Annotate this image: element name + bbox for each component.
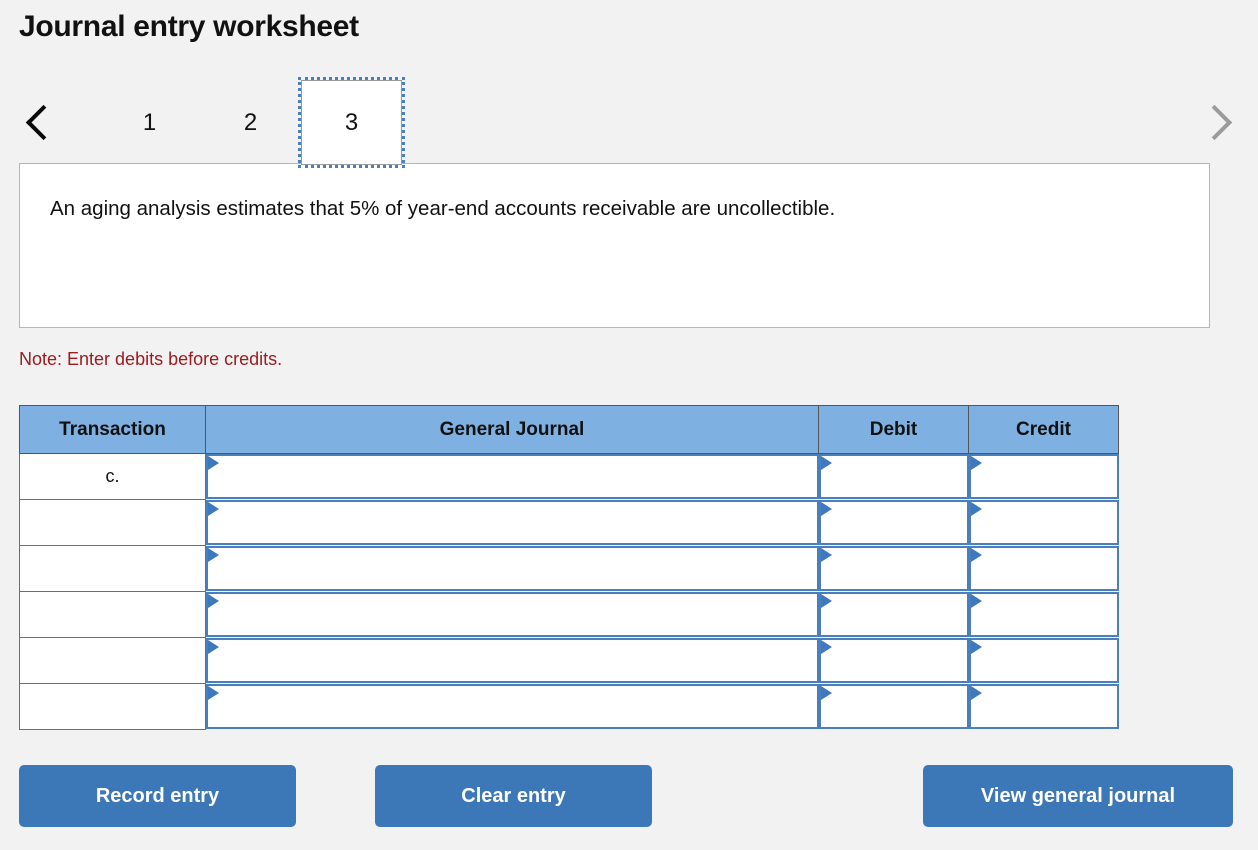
record-entry-button[interactable]: Record entry [19, 765, 296, 827]
pager-tab-1[interactable]: 1 [99, 80, 200, 165]
pager-tab-list: 1 2 3 [99, 77, 405, 168]
credit-input-3[interactable] [968, 546, 1119, 591]
credit-cell [968, 546, 1119, 592]
dropdown-triangle-icon [208, 502, 219, 516]
credit-input-4[interactable] [968, 592, 1119, 637]
dropdown-triangle-icon [208, 548, 219, 562]
credit-cell [968, 500, 1119, 546]
dropdown-triangle-icon [208, 456, 219, 471]
dropdown-triangle-icon [970, 594, 982, 608]
dropdown-triangle-icon [970, 548, 982, 562]
dropdown-triangle-icon [820, 594, 832, 608]
debits-before-credits-note: Note: Enter debits before credits. [19, 349, 283, 369]
dropdown-triangle-icon [970, 640, 982, 654]
credit-input-2[interactable] [968, 500, 1119, 545]
dropdown-triangle-icon [820, 686, 832, 700]
account-select-2[interactable] [206, 500, 819, 545]
transaction-prompt-text: An aging analysis estimates that 5% of y… [50, 197, 836, 220]
account-select-6[interactable] [206, 684, 819, 729]
transaction-cell [19, 499, 206, 546]
transaction-prompt-box: An aging analysis estimates that 5% of y… [19, 163, 1210, 328]
transaction-cell [19, 683, 206, 730]
dropdown-triangle-icon [970, 502, 982, 516]
general-journal-cell [206, 500, 819, 546]
transaction-cell [19, 545, 206, 592]
dropdown-triangle-icon [820, 548, 832, 562]
dropdown-triangle-icon [208, 686, 219, 700]
table-row: c. [19, 453, 1119, 500]
credit-input-5[interactable] [968, 638, 1119, 683]
worksheet-pager: 1 2 3 [19, 77, 1239, 168]
general-journal-cell [206, 684, 819, 730]
pager-tab-2[interactable]: 2 [200, 80, 301, 165]
transaction-cell [19, 637, 206, 684]
account-select-3[interactable] [206, 546, 819, 591]
chevron-left-icon [25, 104, 62, 141]
debit-input-6[interactable] [818, 684, 969, 729]
credit-cell [968, 454, 1119, 500]
pager-tab-3[interactable]: 3 [298, 77, 405, 168]
pager-next-button[interactable] [1195, 80, 1239, 165]
column-header-credit: Credit [968, 405, 1119, 454]
debit-cell [818, 454, 969, 500]
dropdown-triangle-icon [208, 640, 219, 654]
account-select-1[interactable] [206, 454, 819, 500]
credit-input-6[interactable] [968, 684, 1119, 729]
dropdown-triangle-icon [820, 456, 832, 471]
clear-entry-button[interactable]: Clear entry [375, 765, 652, 827]
general-journal-cell [206, 546, 819, 592]
column-header-transaction: Transaction [19, 405, 206, 454]
credit-cell [968, 684, 1119, 730]
debit-cell [818, 592, 969, 638]
debit-cell [818, 500, 969, 546]
chevron-right-icon [1196, 104, 1233, 141]
transaction-cell: c. [19, 453, 206, 500]
general-journal-cell [206, 592, 819, 638]
debit-input-5[interactable] [818, 638, 969, 683]
dropdown-triangle-icon [820, 502, 832, 516]
debit-cell [818, 638, 969, 684]
journal-entry-table: Transaction General Journal Debit Credit… [19, 405, 1119, 730]
table-row [19, 545, 1119, 592]
table-row [19, 683, 1119, 730]
table-header-row: Transaction General Journal Debit Credit [19, 405, 1119, 454]
page-title: Journal entry worksheet [19, 10, 359, 43]
general-journal-cell [206, 454, 819, 500]
dropdown-triangle-icon [820, 640, 832, 654]
credit-cell [968, 638, 1119, 684]
credit-cell [968, 592, 1119, 638]
table-row [19, 637, 1119, 684]
dropdown-triangle-icon [208, 594, 219, 608]
view-general-journal-button[interactable]: View general journal [923, 765, 1233, 827]
dropdown-triangle-icon [970, 686, 982, 700]
dropdown-triangle-icon [970, 456, 982, 471]
debit-input-2[interactable] [818, 500, 969, 545]
pager-prev-button[interactable] [19, 80, 63, 165]
debit-input-1[interactable] [818, 454, 969, 500]
transaction-cell [19, 591, 206, 638]
debit-cell [818, 546, 969, 592]
account-select-5[interactable] [206, 638, 819, 683]
column-header-debit: Debit [818, 405, 969, 454]
journal-entry-worksheet-page: Journal entry worksheet 1 2 3 An aging a… [0, 0, 1258, 850]
column-header-general-journal: General Journal [205, 405, 819, 454]
debit-cell [818, 684, 969, 730]
debit-input-4[interactable] [818, 592, 969, 637]
debit-input-3[interactable] [818, 546, 969, 591]
general-journal-cell [206, 638, 819, 684]
table-row [19, 499, 1119, 546]
account-select-4[interactable] [206, 592, 819, 637]
credit-input-1[interactable] [968, 454, 1119, 500]
table-row [19, 591, 1119, 638]
